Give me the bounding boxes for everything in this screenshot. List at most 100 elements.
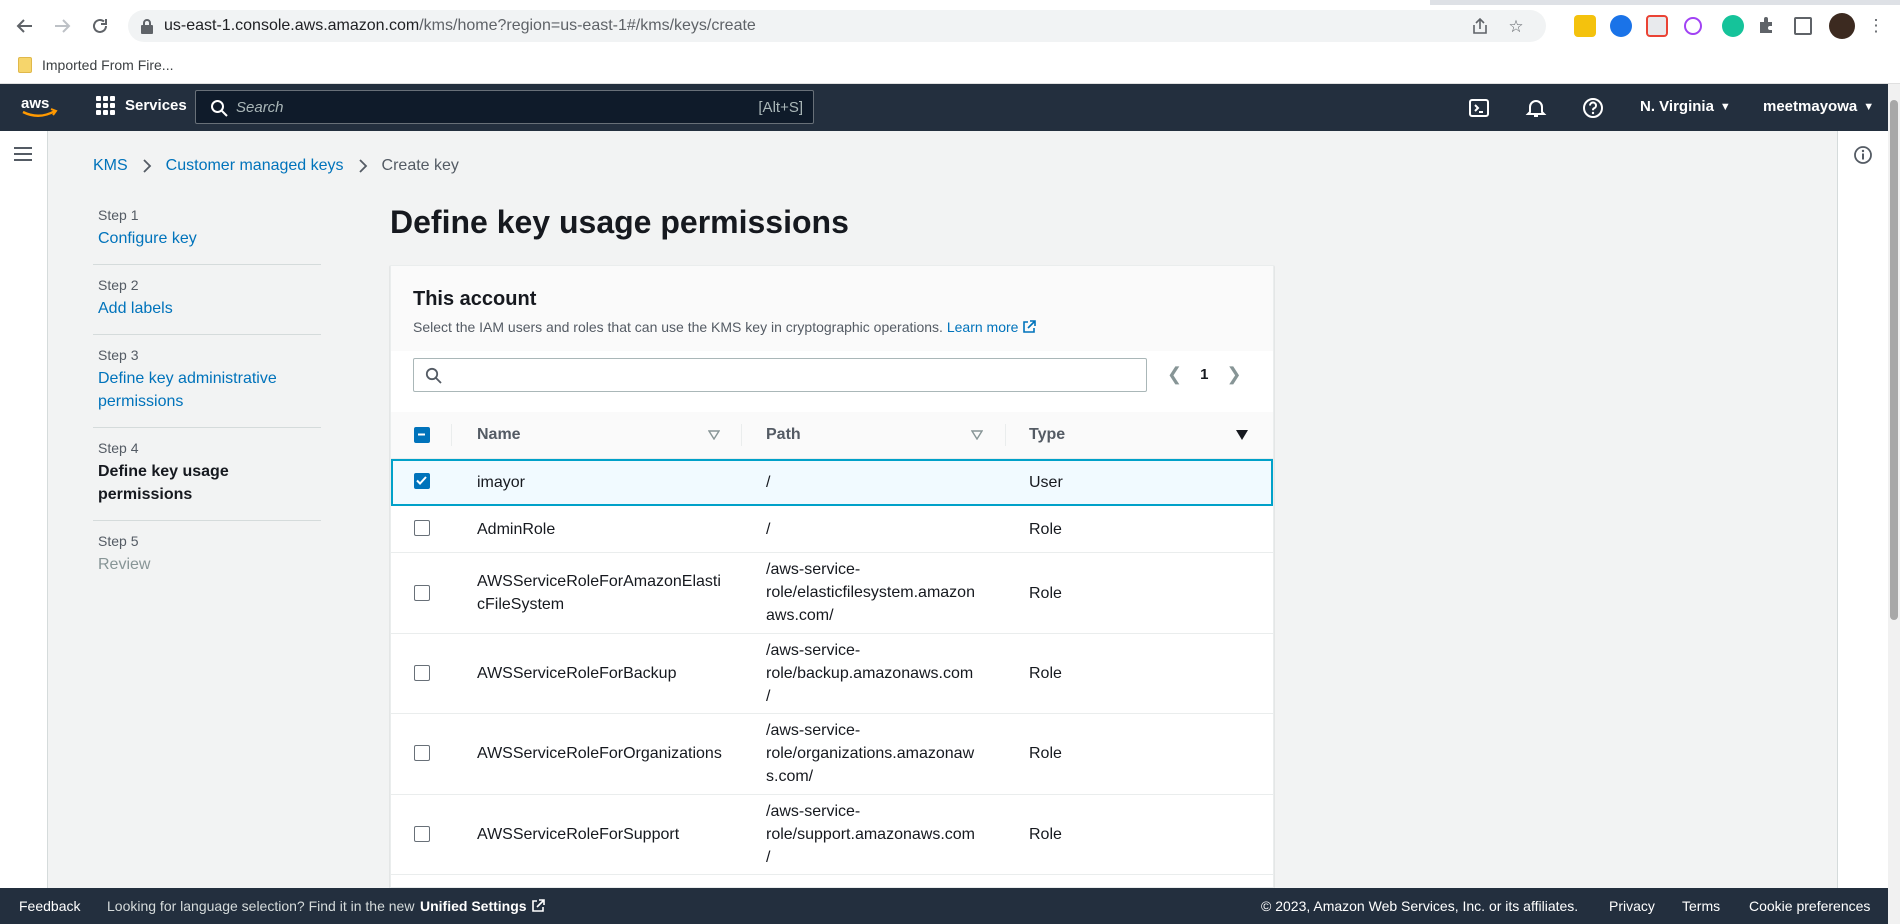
active-tab[interactable]	[0, 0, 1430, 5]
address-bar[interactable]: us-east-1.console.aws.amazon.com/kms/hom…	[128, 10, 1546, 42]
breadcrumb: KMS Customer managed keys Create key	[93, 157, 459, 175]
row-path-line: /	[766, 688, 771, 705]
wizard-step-2: Step 2 Add labels	[93, 265, 321, 335]
scrollbar-thumb[interactable]	[1890, 100, 1898, 620]
chevron-right-icon	[143, 159, 151, 173]
info-icon[interactable]	[1853, 145, 1873, 165]
table-row[interactable]: imayor / User	[391, 459, 1273, 506]
row-path-line: role/organizations.amazonaw	[766, 745, 975, 762]
hamburger-menu-icon[interactable]	[14, 147, 32, 161]
external-link-icon	[1023, 320, 1037, 333]
help-icon[interactable]	[1582, 97, 1604, 119]
row-checkbox-checked[interactable]	[414, 473, 430, 489]
console-search-input[interactable]: Search [Alt+S]	[195, 90, 814, 124]
cloudshell-icon[interactable]	[1468, 97, 1490, 119]
extensions-puzzle-icon[interactable]	[1757, 15, 1779, 37]
table-row[interactable]: AWSServiceRoleForBackup /aws-service- ro…	[391, 634, 1273, 714]
table-row[interactable]: AWSServiceRoleForAmazonElasti cFileSyste…	[391, 553, 1273, 634]
table-row[interactable]: AdminRole / Role	[391, 506, 1273, 553]
column-header-name[interactable]: Name	[477, 426, 521, 444]
bookmark-star-icon[interactable]: ☆	[1506, 17, 1526, 37]
wizard-steps: Step 1 Configure key Step 2 Add labels S…	[93, 195, 321, 590]
row-path-line: /	[766, 849, 771, 866]
extension-grammarly-icon[interactable]	[1722, 15, 1744, 37]
wizard-step-4: Step 4 Define key usage permissions	[93, 428, 321, 521]
grid-icon	[96, 96, 115, 115]
account-menu[interactable]: meetmayowa ▼	[1763, 98, 1874, 115]
select-all-checkbox[interactable]	[414, 427, 430, 443]
table-row[interactable]: AWSServiceRoleForOrganizations /aws-serv…	[391, 714, 1273, 795]
step-review-disabled: Review	[98, 556, 151, 573]
minus-icon	[418, 433, 425, 436]
column-header-type[interactable]: Type	[1029, 426, 1065, 444]
wizard-step-3: Step 3 Define key administrative permiss…	[93, 335, 321, 428]
row-path-line: /aws-service-	[766, 642, 861, 659]
bookmarks-bar: Imported From Fire...	[0, 52, 1900, 84]
row-checkbox[interactable]	[414, 826, 430, 842]
column-header-path[interactable]: Path	[766, 426, 801, 444]
extension-keep-icon[interactable]	[1574, 15, 1596, 37]
back-icon[interactable]	[11, 12, 39, 40]
forward-icon[interactable]	[48, 12, 76, 40]
page-title: Define key usage permissions	[390, 204, 849, 240]
privacy-link[interactable]: Privacy	[1609, 898, 1655, 914]
chrome-menu-icon[interactable]: ⋮	[1866, 16, 1886, 36]
row-path-line: role/elasticfilesystem.amazon	[766, 584, 975, 601]
search-shortcut: [Alt+S]	[758, 99, 803, 116]
step-link-configure-key[interactable]: Configure key	[98, 227, 321, 250]
aws-logo[interactable]: aws	[20, 94, 58, 120]
panel-title: This account	[413, 288, 537, 310]
services-label: Services	[125, 97, 187, 114]
row-type: Role	[1029, 745, 1062, 762]
step-link-add-labels[interactable]: Add labels	[98, 297, 321, 320]
current-page-number[interactable]: 1	[1200, 366, 1208, 383]
unified-settings-label: Unified Settings	[420, 898, 527, 914]
folder-icon	[18, 57, 32, 73]
next-page-icon[interactable]: ❯	[1226, 364, 1241, 385]
sort-icon[interactable]	[971, 430, 983, 440]
breadcrumb-customer-keys-link[interactable]: Customer managed keys	[166, 157, 344, 175]
breadcrumb-kms-link[interactable]: KMS	[93, 157, 128, 175]
unified-settings-link[interactable]: Unified Settings	[420, 898, 545, 914]
cookie-preferences-link[interactable]: Cookie preferences	[1749, 898, 1870, 914]
copyright-text: © 2023, Amazon Web Services, Inc. or its…	[1261, 898, 1579, 914]
side-nav-rail	[0, 131, 48, 888]
extension-cast-icon[interactable]	[1646, 15, 1668, 37]
row-type: User	[1029, 474, 1063, 491]
row-checkbox[interactable]	[414, 585, 430, 601]
sort-icon[interactable]	[708, 430, 720, 440]
step-link-admin-permissions[interactable]: Define key administrative permissions	[98, 367, 321, 413]
terms-link[interactable]: Terms	[1682, 898, 1720, 914]
step-number: Step 2	[98, 277, 139, 293]
region-selector[interactable]: N. Virginia ▼	[1640, 98, 1731, 115]
row-name: AdminRole	[477, 521, 556, 538]
row-path: /aws-service- role/organizations.amazona…	[766, 719, 974, 788]
row-checkbox[interactable]	[414, 745, 430, 761]
row-path-line: /aws-service-	[766, 561, 861, 578]
extension-globe-icon[interactable]	[1610, 15, 1632, 37]
caret-down-icon: ▼	[1863, 101, 1875, 113]
sort-desc-icon[interactable]	[1236, 430, 1248, 440]
learn-more-link[interactable]: Learn more	[947, 319, 1037, 335]
page-scrollbar[interactable]	[1888, 84, 1900, 924]
reload-icon[interactable]	[86, 12, 114, 40]
row-checkbox[interactable]	[414, 520, 430, 536]
table-row[interactable]: AWSServiceRoleForSupport /aws-service- r…	[391, 795, 1273, 875]
wizard-step-5: Step 5 Review	[93, 521, 321, 590]
previous-page-icon[interactable]: ❮	[1167, 364, 1182, 385]
principal-search-input[interactable]	[413, 358, 1147, 392]
feedback-button[interactable]: Feedback	[19, 898, 80, 914]
side-panel-icon[interactable]	[1794, 17, 1812, 35]
tab-strip	[0, 0, 1900, 5]
share-icon[interactable]	[1470, 17, 1490, 37]
profile-avatar[interactable]	[1829, 13, 1855, 39]
search-icon	[211, 100, 228, 117]
row-checkbox[interactable]	[414, 665, 430, 681]
extension-block-icon[interactable]	[1684, 17, 1702, 35]
row-path-line: /aws-service-	[766, 803, 861, 820]
services-menu-button[interactable]: Services	[96, 96, 187, 115]
language-notice: Looking for language selection? Find it …	[107, 898, 415, 914]
row-type: Role	[1029, 826, 1062, 843]
notifications-bell-icon[interactable]	[1525, 97, 1547, 119]
bookmark-folder[interactable]: Imported From Fire...	[18, 57, 173, 73]
